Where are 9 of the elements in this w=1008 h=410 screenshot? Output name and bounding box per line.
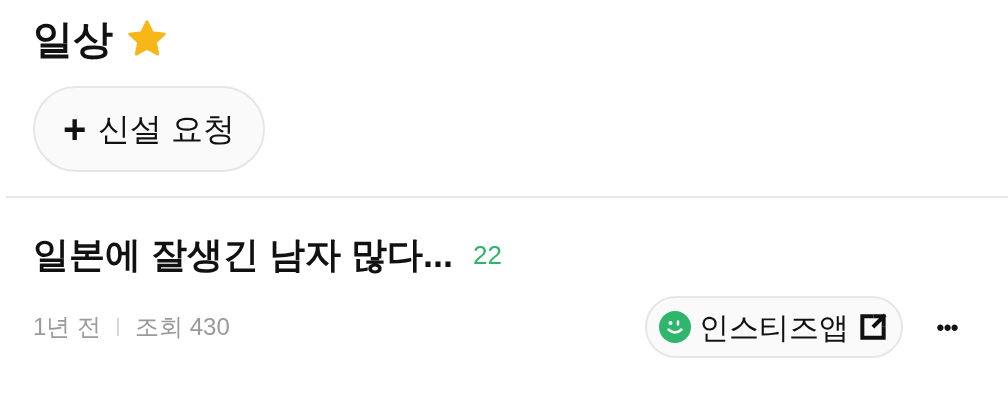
request-button[interactable]: + 신설 요청 [33,86,266,172]
post-title[interactable]: 일본에 잘생긴 남자 많다... [33,228,453,282]
post-time: 1년 전 [33,312,101,342]
app-link-button[interactable]: 인스티즈앱 [644,296,903,358]
smiley-icon [658,311,691,343]
board-title: 일상 [33,19,113,59]
more-button[interactable]: ••• [936,310,958,344]
comment-count: 22 [473,238,502,272]
view-count: 조회 430 [135,312,230,342]
